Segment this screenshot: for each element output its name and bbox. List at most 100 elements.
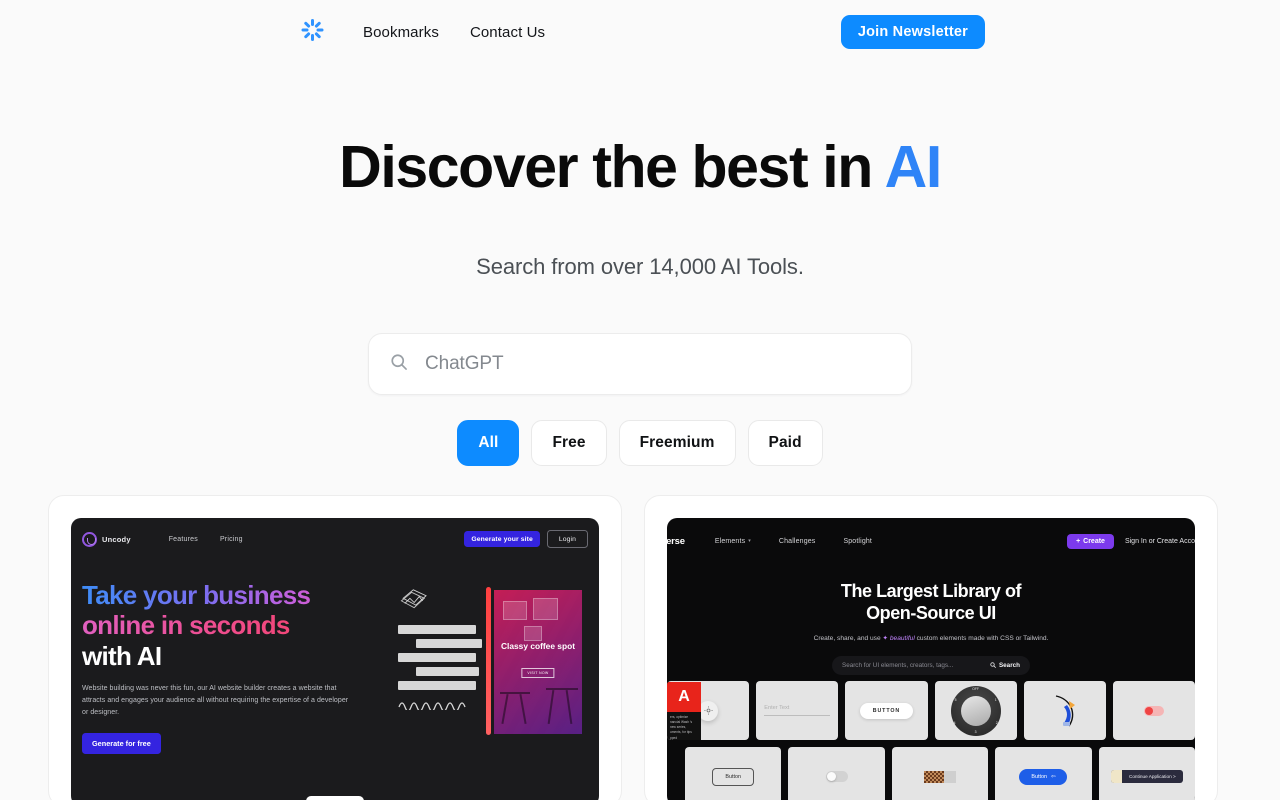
tile-continue-card[interactable]: Continue Application > [1098,747,1195,800]
poster-frame [533,598,558,620]
plus-icon: + [1076,537,1081,545]
tile-outline-button[interactable]: Button [685,747,782,800]
rotary-knob-icon: OFF 1 2 3 4 5 [950,685,1001,736]
nav-link-bookmarks[interactable]: Bookmarks [363,24,439,41]
uncody-hero-illustration: Classy coffee spot VISIT NOW [382,580,588,754]
uiverse-screenshot: verse Elements▾ Challenges Spotlight +Cr… [667,518,1195,800]
spinner-icon[interactable] [295,15,329,49]
knob-number: 2 [995,720,998,725]
uiverse-search-button-label: Search [998,661,1020,669]
search-bar[interactable] [368,333,912,395]
uiverse-sub-emphasis: beautiful [889,635,915,643]
tile-bird-illustration[interactable] [1023,681,1106,740]
uiverse-nav-elements[interactable]: Elements ▾ [715,538,751,545]
filter-pill-paid[interactable]: Paid [747,420,823,466]
uiverse-create-button[interactable]: + Create [1067,533,1114,549]
tile-sun-dial[interactable]: A ers, optimize nancial Wash 's new seri… [667,681,750,740]
uiverse-search-bar[interactable]: Search for UI elements, creators, tags..… [832,655,1030,675]
uncody-generate-free-button[interactable]: Generate for free [82,733,161,755]
poster-title: Classy coffee spot [500,641,575,651]
tile-input-label: Enter Text [764,705,831,716]
uiverse-headline-line2: Open-Source UI [866,602,996,623]
knob-inner [960,695,991,726]
uiverse-subtitle: Create, share, and use ✦ beautiful custo… [667,633,1195,645]
placeholder-bar [398,625,476,634]
search-icon [389,352,409,377]
uncody-headline-line3: with AI [82,640,162,671]
continue-thumb [1110,770,1122,783]
filter-pill-group: All Free Freemium Paid [0,420,1280,466]
uiverse-sub-post: custom elements made with CSS or Tailwin… [914,635,1049,643]
bird-icon [1055,694,1075,726]
uiverse-nav-elements-label: Elements [714,537,746,545]
poster-leg [547,690,555,724]
uncody-nav-features[interactable]: Features [169,536,198,543]
poster-visit-button[interactable]: VISIT NOW [521,668,555,678]
site-header: Bookmarks Contact Us Join Newsletter [0,0,1280,64]
placeholder-bar [416,667,479,676]
uncody-logo-icon [82,531,97,547]
tile-red-toggle[interactable] [1112,681,1195,740]
uncody-bottom-card [306,796,364,800]
gray-swatch-icon [944,770,957,783]
uiverse-grid-row: Button Button ⇦ Continue Application > [685,747,1195,800]
uiverse-brand: verse [667,535,685,547]
uncody-body-text: Website building was never this fun, our… [82,685,349,717]
page-title: Discover the best in AI [0,138,1280,197]
filter-pill-freemium[interactable]: Freemium [618,420,736,466]
tile-checker-swatch[interactable] [891,747,989,800]
tool-card-uncody[interactable]: Uncody Features Pricing Generate your si… [48,495,622,800]
knob-number: 5 [954,697,957,702]
tile-pill-button[interactable]: BUTTON [845,681,928,740]
tool-card-uiverse[interactable]: verse Elements▾ Challenges Spotlight +Cr… [644,495,1218,800]
poster-leg [565,690,573,724]
red-accent-bar [486,587,491,735]
uiverse-nav-challenges[interactable]: Challenges [779,538,816,545]
squiggle-icon [398,702,466,712]
uncody-brand: Uncody [102,534,131,544]
knob-off-label: OFF [972,687,979,691]
adobe-logo-icon: A [667,682,701,712]
uiverse-element-grid: A ers, optimize nancial Wash 's new seri… [667,681,1195,800]
dots-indicator [306,796,364,800]
coffee-poster: Classy coffee spot VISIT NOW [494,590,582,734]
sun-icon [698,700,719,721]
tile-text-input[interactable]: Enter Text [756,681,839,740]
share-icon: ⇦ [1050,773,1056,780]
filter-pill-all[interactable]: All [457,420,520,466]
uiverse-nav: verse Elements▾ Challenges Spotlight +Cr… [667,528,1195,554]
placeholder-bar [398,681,476,690]
join-newsletter-button[interactable]: Join Newsletter [840,15,985,49]
uiverse-sub-pre: Create, share, and use [813,635,883,643]
adobe-caption: ers, optimize nancial Wash 's new series… [670,715,693,740]
gray-toggle-icon [825,771,848,782]
uiverse-headline-line1: The Largest Library of [840,581,1022,601]
uncody-nav-pricing[interactable]: Pricing [220,536,243,543]
search-input[interactable] [425,353,891,375]
uiverse-nav-links: Elements ▾ Challenges Spotlight [715,538,872,545]
chevron-down-icon: ▾ [748,538,751,544]
uiverse-search-button[interactable]: Search [990,662,1020,669]
uiverse-create-label: Create [1083,537,1105,545]
hero-title-main: Discover the best in [339,134,885,200]
uiverse-headline: The Largest Library of Open-Source UI [667,581,1195,624]
uncody-headline: Take your business online in seconds wit… [82,580,382,671]
tile-gray-toggle[interactable] [788,747,885,800]
tile-rotary-knob[interactable]: OFF 1 2 3 4 5 [934,681,1017,740]
uiverse-signin-link[interactable]: Sign In or Create Acco [1125,538,1195,545]
uncody-login-button[interactable]: Login [546,530,588,548]
tile-blue-share-button[interactable]: Button ⇦ [995,747,1092,800]
poster-table [500,692,530,694]
filter-pill-free[interactable]: Free [531,420,607,466]
nav-link-contact-us[interactable]: Contact Us [470,24,545,41]
hero-subtitle: Search from over 14,000 AI Tools. [476,254,804,279]
uncody-screenshot: Uncody Features Pricing Generate your si… [71,518,599,800]
uiverse-search-placeholder: Search for UI elements, creators, tags..… [842,661,954,669]
search-icon [990,662,996,669]
uncody-nav-links: Features Pricing [169,536,243,543]
uncody-generate-site-button[interactable]: Generate your site [464,531,540,547]
photo-stack-icon [400,589,427,609]
uiverse-nav-spotlight[interactable]: Spotlight [843,538,872,545]
knob-number: 3 [974,730,977,734]
uncody-headline-line2: online in seconds [82,610,382,640]
